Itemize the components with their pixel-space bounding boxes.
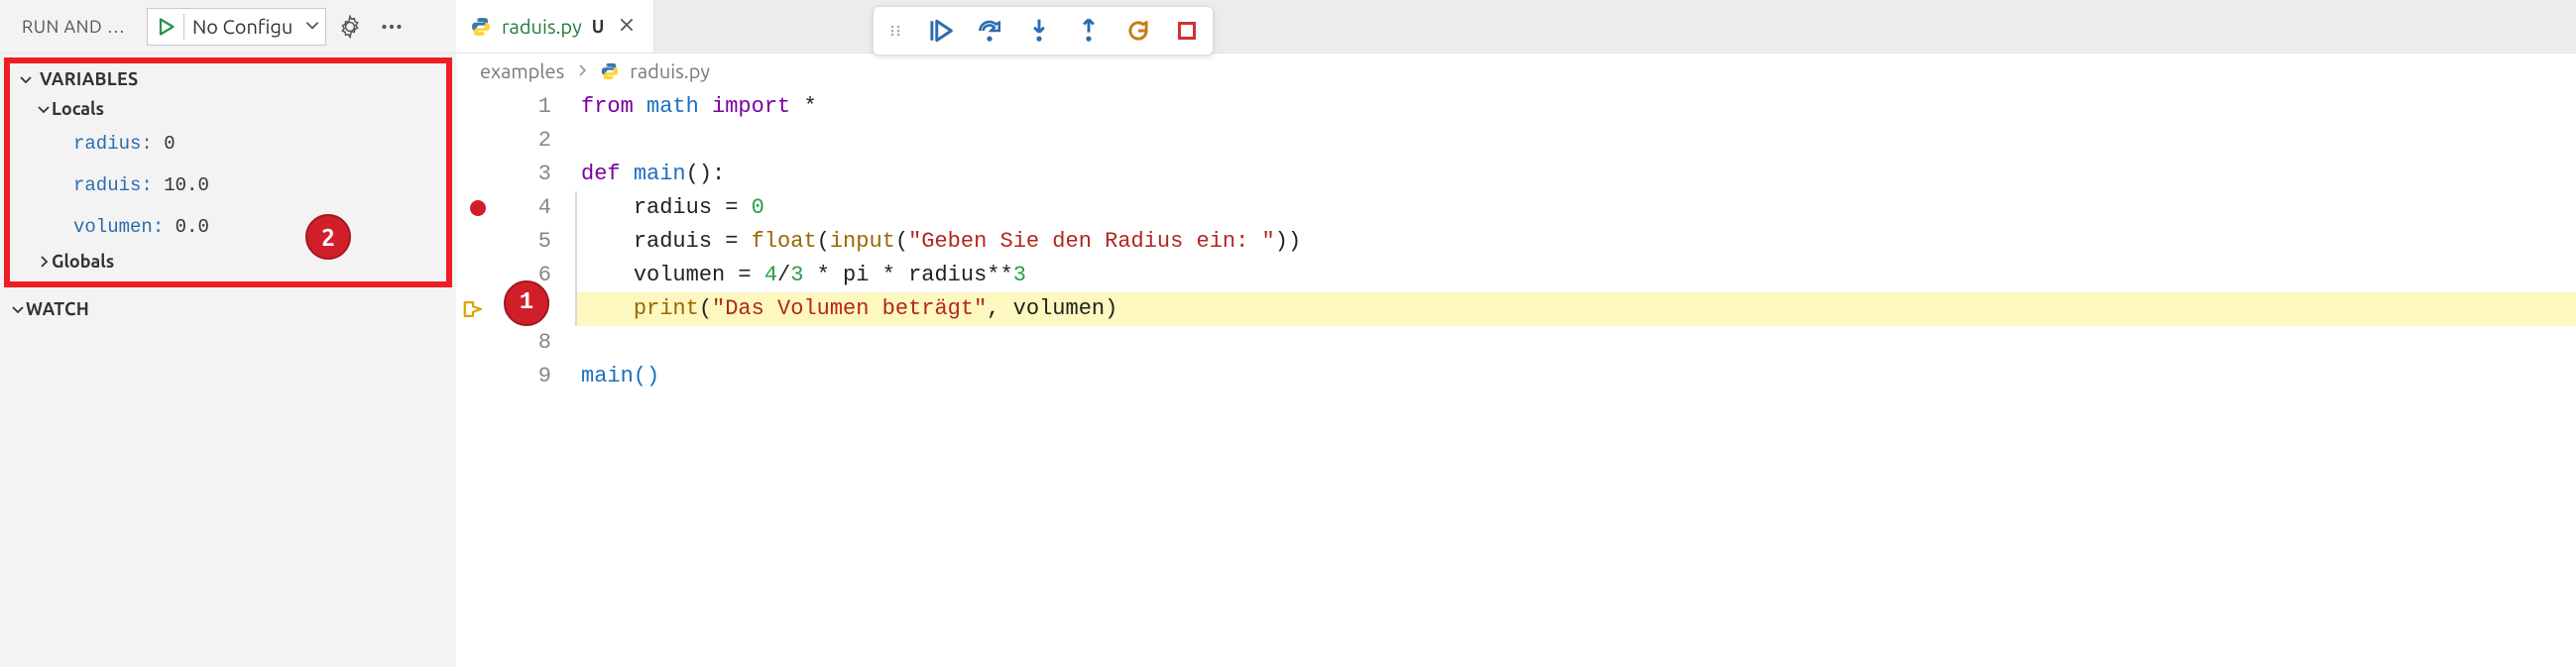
variable-row[interactable]: raduis: 10.0 [10, 165, 446, 206]
line-number[interactable]: 2 [456, 124, 575, 158]
variable-name: radius [73, 133, 141, 155]
close-icon[interactable] [614, 11, 640, 42]
chevron-right-icon [574, 59, 590, 82]
run-and-debug-title: RUN AND … [22, 17, 141, 37]
globals-label: Globals [52, 252, 114, 272]
breadcrumb[interactable]: examples raduis.py [456, 54, 2576, 88]
editor-tabbar: raduis.py U [456, 0, 2576, 54]
editor-area: raduis.py U examples [456, 0, 2576, 667]
variable-name: volumen [73, 216, 153, 238]
step-over-icon[interactable] [977, 18, 1002, 44]
code-line-current[interactable]: print("Das Volumen beträgt", volumen) [575, 292, 2576, 326]
locals-label: Locals [52, 99, 104, 119]
variables-highlight-box: VARIABLES Locals radius: 0 raduis: 10.0 … [4, 57, 452, 287]
line-number[interactable]: 9 [456, 360, 575, 393]
run-header: RUN AND … No Configu [0, 0, 456, 54]
start-debug-icon[interactable] [156, 17, 176, 37]
code-line[interactable]: def main(): [575, 158, 2576, 191]
code-editor[interactable]: 1 2 3 4 5 6 7 8 9 1 from math import * d… [456, 88, 2576, 667]
tab-filename: raduis.py [502, 15, 582, 38]
code-line[interactable]: radius = 0 [575, 191, 2576, 225]
separator [183, 14, 184, 40]
drag-handle-icon[interactable] [887, 23, 903, 39]
breadcrumb-file[interactable]: raduis.py [630, 59, 710, 82]
restart-icon[interactable] [1125, 18, 1151, 44]
config-label: No Configu [192, 15, 301, 38]
gear-icon[interactable] [332, 9, 368, 45]
line-number[interactable]: 8 [456, 326, 575, 360]
tab-dirty-indicator: U [592, 17, 605, 37]
locals-header[interactable]: Locals [10, 95, 446, 123]
variables-section-header[interactable]: VARIABLES [10, 63, 446, 95]
variable-value: 10.0 [164, 174, 209, 196]
code-line[interactable]: from math import * [575, 90, 2576, 124]
code-line[interactable]: main() [575, 360, 2576, 393]
breadcrumb-folder[interactable]: examples [480, 59, 564, 82]
variables-label: VARIABLES [40, 69, 139, 89]
step-into-icon[interactable] [1026, 18, 1052, 44]
chevron-right-icon [36, 254, 52, 270]
code-line[interactable]: volumen = 4/3 * pi * radius**3 [575, 259, 2576, 292]
step-out-icon[interactable] [1076, 18, 1102, 44]
code-content[interactable]: from math import * def main(): radius = … [575, 88, 2576, 667]
stop-icon[interactable] [1175, 19, 1199, 43]
editor-tab[interactable]: raduis.py U [456, 0, 654, 53]
variable-row[interactable]: radius: 0 [10, 123, 446, 165]
variable-value: 0 [164, 133, 175, 155]
python-file-icon [600, 61, 620, 81]
globals-header[interactable]: Globals [10, 248, 446, 276]
code-line[interactable]: raduis = float(input("Geben Sie den Radi… [575, 225, 2576, 259]
gutter[interactable]: 1 2 3 4 5 6 7 8 9 1 [456, 88, 575, 667]
line-number[interactable]: 4 [456, 191, 575, 225]
variable-row[interactable]: volumen: 0.0 [10, 206, 446, 248]
more-icon[interactable] [374, 9, 410, 45]
code-line[interactable] [575, 124, 2576, 158]
debug-config-selector[interactable]: No Configu [147, 8, 326, 46]
python-file-icon [470, 16, 492, 38]
debug-toolbar[interactable] [873, 6, 1214, 56]
line-number[interactable]: 1 [456, 90, 575, 124]
chevron-down-icon [36, 101, 52, 117]
breakpoint-icon[interactable] [470, 200, 486, 216]
chevron-down-icon [18, 71, 34, 87]
watch-section-header[interactable]: WATCH [0, 287, 456, 319]
watch-label: WATCH [26, 299, 89, 319]
continue-icon[interactable] [927, 18, 953, 44]
current-line-arrow-icon [462, 298, 484, 320]
variable-value: 0.0 [176, 216, 209, 238]
line-number[interactable]: 5 [456, 225, 575, 259]
debug-sidebar: RUN AND … No Configu VARIABLES [0, 0, 456, 667]
annotation-badge-1: 1 [504, 280, 549, 326]
annotation-badge-2: 2 [305, 214, 351, 260]
code-line[interactable] [575, 326, 2576, 360]
chevron-down-icon [10, 301, 26, 317]
chevron-down-icon[interactable] [301, 15, 321, 38]
variable-name: raduis [73, 174, 141, 196]
line-number[interactable]: 3 [456, 158, 575, 191]
